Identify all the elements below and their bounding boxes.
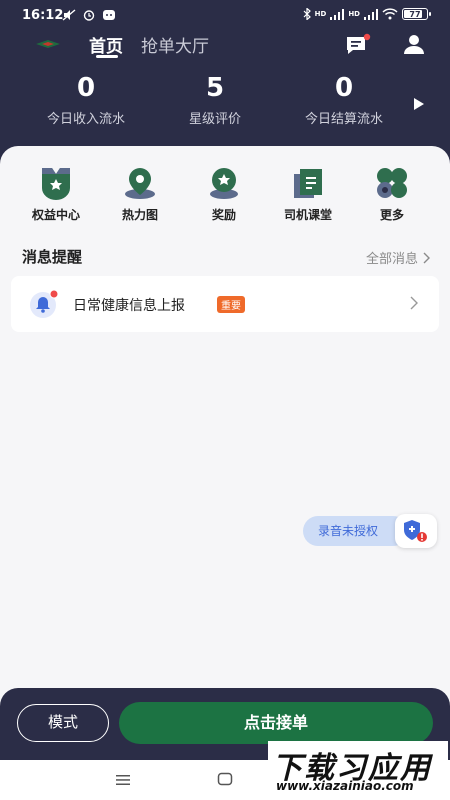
all-messages-link[interactable]: 全部消息 [366,248,430,267]
stat-income-value: 0 [76,73,96,103]
important-badge: 重要 [217,296,245,313]
mute-icon [62,9,76,21]
chevron-right-icon [410,296,418,310]
notice-title: 日常健康信息上报 [73,298,185,314]
messages-heading: 消息提醒 [22,248,83,266]
shield-icon [404,520,427,542]
menu-icon[interactable] [115,773,131,787]
recording-permission-widget[interactable]: 录音未授权 [303,514,438,548]
stat-settlement-value: 0 [334,73,354,103]
quick-entries: 权益中心 热力图 奖励 司机课堂 更多 [0,166,450,226]
more-grid-icon [377,168,407,198]
brand-logo-icon [36,40,60,48]
stat-rating-label: 星级评价 [188,112,241,127]
entry-more[interactable]: 更多 [357,166,427,223]
bell-icon [30,289,59,318]
message-icon[interactable] [345,33,371,57]
recording-permission-label: 录音未授权 [303,516,408,546]
tab-order-hall[interactable]: 抢单大厅 [141,32,209,57]
status-time: 16:12 [22,8,64,23]
status-bar: 16:12 HD HD 77 [0,0,450,30]
battery-icon: 77 [402,8,431,20]
top-nav: 首页 抢单大厅 [0,30,450,60]
watermark: 下载习应用 www.xiazainiao.com [268,741,448,797]
stat-income-label: 今日收入流水 [46,112,125,127]
stat-income[interactable]: 0 今日收入流水 [21,72,151,127]
stat-settlement[interactable]: 0 今日结算流水 [279,72,409,127]
stat-settlement-label: 今日结算流水 [304,112,383,127]
chevron-right-icon [423,252,430,263]
hd-label-1: HD [314,9,327,18]
status-left-icons [62,9,116,21]
accept-order-button[interactable]: 点击接单 [119,702,433,744]
battery-level: 77 [409,9,421,19]
stat-rating-value: 5 [205,73,225,103]
entry-rewards-label: 奖励 [211,208,236,222]
wifi-icon [382,8,398,20]
stat-rating[interactable]: 5 星级评价 [150,72,280,127]
entry-more-label: 更多 [379,208,404,222]
play-icon[interactable] [413,98,425,110]
tab-home[interactable]: 首页 [89,32,123,57]
signal-icon-2 [364,8,378,20]
home-icon[interactable] [217,772,233,786]
main-content: 权益中心 热力图 奖励 司机课堂 更多 消息提醒 全部消息 日常健康信息上报 重… [0,146,450,706]
book-icon [294,169,322,198]
bluetooth-icon [303,8,311,20]
alarm-icon [83,10,95,21]
entry-driver-class[interactable]: 司机课堂 [273,166,343,223]
star-crest-icon [42,168,70,200]
tab-active-indicator [96,55,118,58]
status-right-icons: HD HD 77 [303,8,431,20]
signal-icon [330,8,345,20]
entry-driver-class-label: 司机课堂 [283,208,332,222]
reward-badge-icon [210,168,238,199]
entry-rewards[interactable]: 奖励 [189,166,259,223]
entry-heat-map-label: 热力图 [121,208,158,222]
entry-benefits-label: 权益中心 [31,208,80,222]
notice-health-report[interactable]: 日常健康信息上报 重要 [11,276,439,332]
stats-row: 0 今日收入流水 5 星级评价 0 今日结算流水 [0,72,450,132]
entry-benefits-center[interactable]: 权益中心 [21,166,91,223]
mode-button[interactable]: 模式 [17,704,109,742]
entry-heat-map[interactable]: 热力图 [105,166,175,223]
all-messages-label: 全部消息 [365,252,418,267]
watermark-url: www.xiazainiao.com [276,779,414,793]
shield-alert-icon[interactable] [395,514,437,548]
map-pin-icon [125,168,155,199]
hd-label-2: HD [348,9,360,18]
chat-app-icon [103,10,115,20]
user-profile-icon[interactable] [402,32,426,56]
